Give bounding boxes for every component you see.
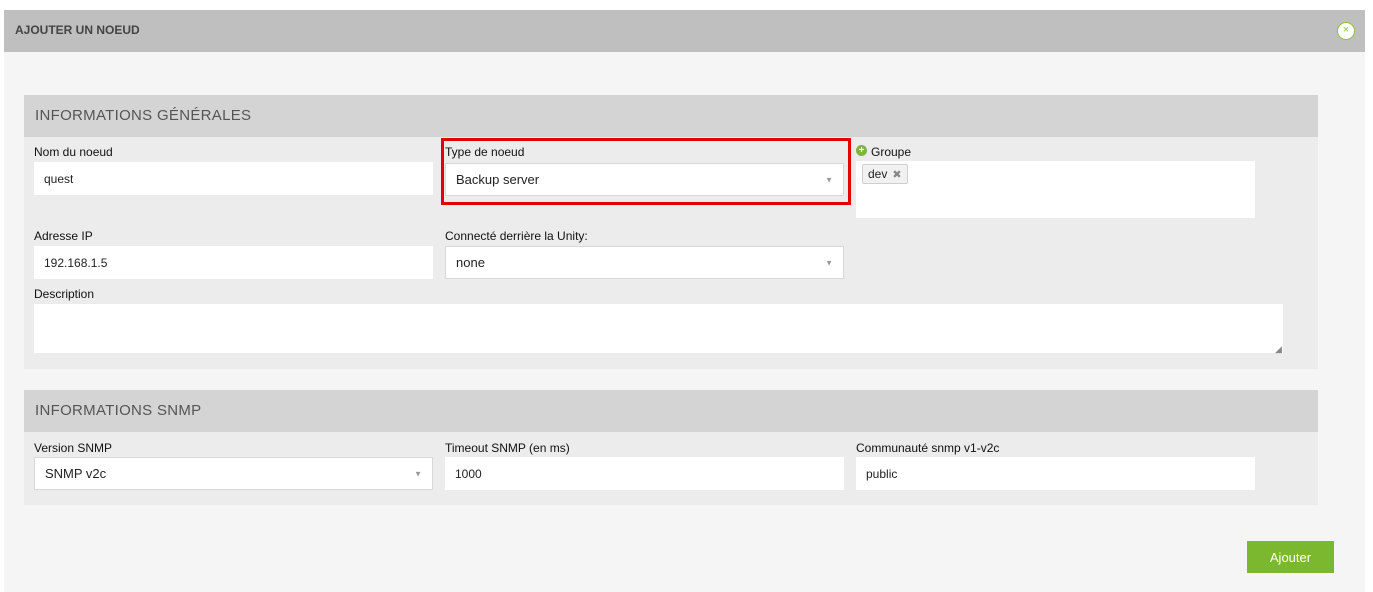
snmp-section-title: INFORMATIONS SNMP <box>35 402 202 419</box>
node-type-value: Backup server <box>456 172 540 187</box>
ip-input[interactable]: 192.168.1.5 <box>34 246 433 279</box>
unity-value: none <box>456 255 485 270</box>
snmp-version-label: Version SNMP <box>34 441 113 455</box>
group-tag-input[interactable] <box>856 161 1255 218</box>
description-textarea[interactable] <box>34 304 1283 353</box>
remove-tag-icon[interactable]: ✖ <box>892 168 901 181</box>
add-button[interactable]: Ajouter <box>1247 541 1334 573</box>
node-name-input[interactable]: quest <box>34 162 433 195</box>
dialog-header: AJOUTER UN NOEUD <box>4 10 1365 52</box>
add-group-icon[interactable]: + <box>856 145 867 156</box>
unity-label: Connecté derrière la Unity: <box>445 229 588 243</box>
snmp-version-select[interactable]: SNMP v2c ▼ <box>34 457 433 490</box>
snmp-timeout-input[interactable]: 1000 <box>445 457 844 490</box>
snmp-community-input[interactable]: public <box>856 457 1255 490</box>
chevron-down-icon: ▼ <box>825 258 833 267</box>
dialog-title: AJOUTER UN NOEUD <box>15 23 140 37</box>
snmp-community-label: Communauté snmp v1-v2c <box>856 441 1000 455</box>
unity-select[interactable]: none ▼ <box>445 246 844 279</box>
chevron-down-icon: ▼ <box>825 175 833 184</box>
node-type-label: Type de noeud <box>445 145 525 159</box>
snmp-timeout-label: Timeout SNMP (en ms) <box>445 441 570 455</box>
general-section-header: INFORMATIONS GÉNÉRALES <box>24 95 1318 137</box>
ip-label: Adresse IP <box>34 229 93 243</box>
snmp-section-header: INFORMATIONS SNMP <box>24 390 1318 432</box>
general-section-title: INFORMATIONS GÉNÉRALES <box>35 107 252 124</box>
close-icon[interactable]: × <box>1337 22 1355 40</box>
group-tag-label: dev <box>868 167 888 181</box>
node-type-select[interactable]: Backup server ▼ <box>445 163 844 196</box>
group-tag: dev ✖ <box>862 164 908 184</box>
group-label: Groupe <box>871 145 912 159</box>
description-label: Description <box>34 287 95 301</box>
snmp-version-value: SNMP v2c <box>45 466 107 481</box>
node-name-label: Nom du noeud <box>34 145 113 159</box>
chevron-down-icon: ▼ <box>414 469 422 478</box>
